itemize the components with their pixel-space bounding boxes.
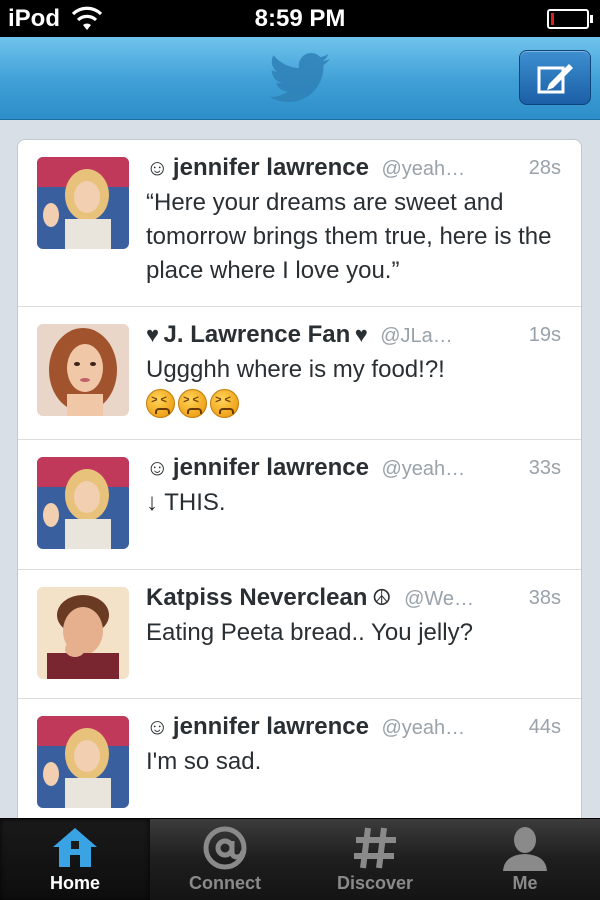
display-name[interactable]: jennifer lawrence [173, 454, 369, 481]
compose-button[interactable] [519, 50, 591, 105]
avatar[interactable] [37, 324, 129, 416]
timeline[interactable]: ☺ jennifer lawrence @yeah… 28s “Here you… [17, 139, 582, 819]
timestamp: 33s [528, 457, 561, 479]
hashtag-icon [354, 827, 396, 869]
tweet-text: Eating Peeta bread.. You jelly? [146, 619, 473, 646]
compose-icon [537, 64, 573, 94]
tab-me[interactable]: Me [450, 819, 600, 900]
avatar[interactable] [37, 457, 129, 549]
username: @We… [404, 588, 475, 610]
smiley-icon: ☺ [146, 714, 169, 739]
battery-icon [547, 9, 593, 29]
tweet-header: ☺ jennifer lawrence @yeah… 28s [146, 154, 561, 184]
nav-bar [0, 37, 600, 120]
tweet-text: “Here your dreams are sweet and tomorrow… [146, 189, 552, 284]
tweet-header: ☺ jennifer lawrence @yeah… 33s [146, 454, 561, 484]
smiley-icon: ☺ [146, 455, 169, 480]
tweet-text: I'm so sad. [146, 748, 262, 775]
confounded-face-emoji [210, 389, 239, 418]
tab-label: Me [512, 873, 538, 893]
tab-home[interactable]: Home [0, 819, 150, 900]
username: @yeah… [381, 158, 466, 180]
tweet-row[interactable]: ☺ jennifer lawrence @yeah… 33s ↓ THIS. [18, 440, 581, 570]
username: @JLa… [380, 325, 453, 347]
tab-label: Connect [189, 873, 261, 893]
tweet-body: ☺ jennifer lawrence @yeah… 33s ↓ THIS. [146, 454, 561, 520]
heart-icon: ♥ [354, 322, 368, 347]
tab-discover[interactable]: Discover [300, 819, 450, 900]
timestamp: 19s [528, 324, 561, 346]
username: @yeah… [381, 458, 466, 480]
tweet-row[interactable]: Katpiss Neverclean ☮ @We… 38s Eating Pee… [18, 570, 581, 699]
peace-icon: ☮ [371, 585, 392, 610]
status-bar: iPod 8:59 PM [0, 0, 600, 37]
tab-bar: Home Connect Discover Me [0, 818, 600, 900]
tweet-text: Uggghh where is my food!?! [146, 356, 445, 383]
tweet-text: ↓ THIS. [146, 489, 226, 516]
tweet-header: Katpiss Neverclean ☮ @We… 38s [146, 584, 561, 614]
username: @yeah… [381, 717, 466, 739]
tweet-body: ☺ jennifer lawrence @yeah… 44s I'm so sa… [146, 713, 561, 779]
tweet-body: ♥ J. Lawrence Fan ♥ @JLa… 19s Uggghh whe… [146, 321, 561, 421]
avatar[interactable] [37, 587, 129, 679]
battery-level [551, 13, 554, 25]
tweet-row[interactable]: ♥ J. Lawrence Fan ♥ @JLa… 19s Uggghh whe… [18, 307, 581, 440]
tweet-header: ♥ J. Lawrence Fan ♥ @JLa… 19s [146, 321, 561, 351]
person-icon [503, 827, 547, 871]
avatar[interactable] [37, 157, 129, 249]
twitter-bird-icon [269, 53, 330, 102]
timestamp: 44s [528, 716, 561, 738]
display-name[interactable]: jennifer lawrence [173, 713, 369, 740]
avatar[interactable] [37, 716, 129, 808]
tweet-body: Katpiss Neverclean ☮ @We… 38s Eating Pee… [146, 584, 561, 650]
confounded-face-emoji [178, 389, 207, 418]
timestamp: 28s [528, 157, 561, 179]
display-name[interactable]: jennifer lawrence [173, 154, 369, 181]
confounded-face-emoji [146, 389, 175, 418]
at-sign-icon [203, 826, 247, 870]
emoji-row [146, 389, 561, 421]
heart-icon: ♥ [146, 322, 160, 347]
display-name[interactable]: J. Lawrence Fan [164, 321, 351, 348]
tab-label: Home [49, 873, 100, 893]
tab-connect[interactable]: Connect [150, 819, 300, 900]
timestamp: 38s [528, 587, 561, 609]
clock: 8:59 PM [254, 5, 346, 32]
home-icon [53, 828, 97, 867]
tweet-body: ☺ jennifer lawrence @yeah… 28s “Here you… [146, 154, 561, 288]
display-name[interactable]: Katpiss Neverclean [146, 584, 367, 611]
tweet-row[interactable]: ☺ jennifer lawrence @yeah… 44s I'm so sa… [18, 699, 581, 818]
smiley-icon: ☺ [146, 155, 169, 180]
tweet-row[interactable]: ☺ jennifer lawrence @yeah… 28s “Here you… [18, 140, 581, 307]
tab-label: Discover [336, 873, 414, 893]
tweet-header: ☺ jennifer lawrence @yeah… 44s [146, 713, 561, 743]
